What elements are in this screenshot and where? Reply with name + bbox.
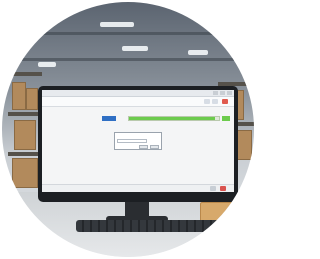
shelf-box [26,88,38,110]
dialog-input[interactable] [117,139,147,143]
ceiling-beam [22,58,234,61]
left-shelf [8,152,42,156]
statusbar [42,184,234,192]
ceiling-light [38,62,56,67]
close-icon[interactable] [222,99,228,104]
ceiling-light [100,22,134,27]
close-button[interactable] [227,91,232,95]
maximize-button[interactable] [220,91,225,95]
network-icon[interactable] [210,186,216,191]
monitor [38,86,238,202]
shelf-box [12,158,38,188]
selected-field[interactable] [102,116,116,121]
cardboard-box [200,202,254,222]
ceiling-light [188,50,208,55]
toolbar [42,97,234,107]
shelf-box [14,120,36,150]
progress-fill [129,117,215,120]
window-controls [213,91,232,95]
folder-icon[interactable] [212,99,218,104]
ceiling-beam [12,32,244,35]
left-shelf [8,72,42,76]
warning-icon[interactable] [220,186,226,191]
progress-bar [128,116,220,121]
dialog [114,132,162,150]
dialog-cancel-button[interactable] [150,145,159,149]
keyboard [76,220,220,232]
screen [42,90,234,192]
window-titlebar [42,90,234,97]
warehouse-photo [2,2,254,257]
ceiling-light [122,46,148,51]
progress-end-segment [222,116,230,121]
shelf-box [12,82,26,110]
left-shelf [8,112,42,116]
minimize-button[interactable] [213,91,218,95]
dialog-ok-button[interactable] [139,145,148,149]
doc-icon[interactable] [204,99,210,104]
